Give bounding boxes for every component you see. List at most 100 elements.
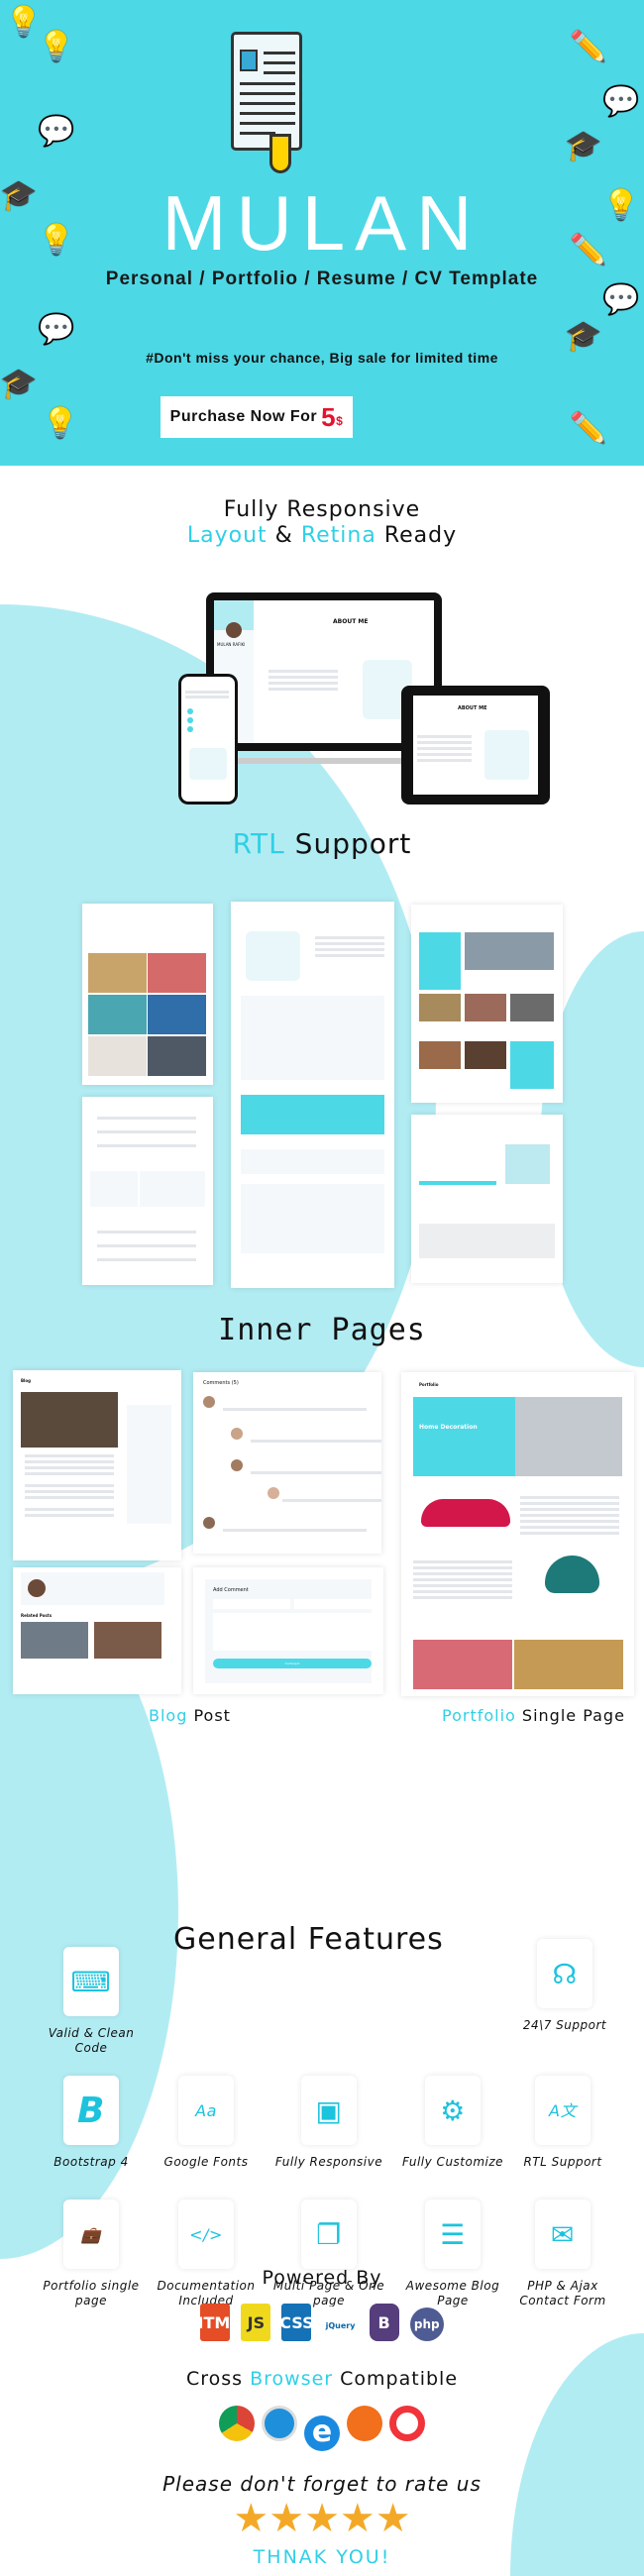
feature-label: RTL Support [523,2155,602,2169]
bulb-icon: 💡 [5,5,43,40]
book-code-icon: </> [178,2200,234,2269]
thank-you-text: THNAK YOU! [253,2546,391,2568]
newspaper-icon: ☰ [425,2200,481,2269]
grad-cap-icon: 🎓 [565,129,602,163]
speech-bubble-icon: 💬 [602,84,640,119]
speech-bubble-icon: 💬 [38,114,75,149]
star-icon: ★ [304,2496,340,2541]
rtl-about-screenshot[interactable] [231,902,394,1288]
feature-item: </> Documentation Included [147,2200,266,2308]
star-icon: ★ [233,2496,269,2541]
screen-name: MULAN RAFIKI [217,642,246,647]
add-comment-title: Add Comment [213,1587,249,1593]
feature-item: ❐ Multi Page & One page [269,2200,388,2308]
feature-item: ✉ PHP & Ajax Contact Form [503,2200,622,2308]
laptop-code-icon: ⌨ [63,1947,119,2016]
feature-item: ☰ Awesome Blog Page [393,2200,512,2308]
safari-icon [261,2406,297,2441]
sale-text: #Don't miss your chance, Big sale for li… [146,350,498,366]
rtl-contact-screenshot[interactable] [411,1115,563,1283]
feature-item: B Bootstrap 4 [32,2076,151,2170]
pencil-icon: ✏️ [570,411,607,446]
bulb-icon: 💡 [38,30,75,64]
monitor-gear-icon: ⚙ [425,2076,481,2145]
portfolio-heading: Portfolio [419,1382,439,1387]
blog-heading: Blog [21,1378,32,1383]
rtl-resume-screenshot[interactable] [82,1097,213,1285]
ie-icon: e [304,2415,340,2451]
envelope-icon: ✉ [535,2200,590,2269]
inner-pages-title: Inner Pages [218,1313,426,1347]
js-logo: JS [241,2304,271,2341]
feature-item: ☊ 24\7 Support [505,1939,624,2033]
rtl-blog-screenshot[interactable] [411,905,563,1103]
bootstrap-icon: B [63,2076,119,2145]
feature-label: Valid & Clean Code [48,2026,135,2055]
pages-icon: ❐ [301,2200,357,2269]
star-icon: ★ [268,2496,305,2541]
opera-icon [389,2406,426,2441]
tablet-heading: ABOUT ME [458,705,487,711]
responsive-title: Fully Responsive [223,497,421,522]
author-related-screenshot[interactable]: Related Posts [13,1567,181,1694]
feature-label: Fully Customize [401,2155,504,2169]
portfolio-label: Portfolio Single Page [442,1706,625,1725]
features-title: General Features [173,1922,444,1957]
resume-document-icon [231,32,302,173]
rating-stars: ★★★★★ [0,2499,644,2538]
feature-item: 💼 Portfolio single page [32,2200,151,2308]
tablet-mockup: ABOUT ME [401,686,550,805]
related-title: Related Posts [21,1613,53,1618]
purchase-label: Purchase Now For [169,408,318,425]
briefcase-monitor-icon: 💼 [63,2200,119,2269]
product-title: MULAN [161,179,483,267]
feature-item: A文 RTL Support [503,2076,622,2170]
feature-item: ⚙ Fully Customize [393,2076,512,2170]
feature-item: ⌨ Valid & Clean Code [32,1947,151,2056]
hero-banner: 💡 💡 💬 💡 💬 💡 🎓 🎓 ✏️ 💬 🎓 💡 ✏️ 💬 🎓 ✏️ MULAN… [0,0,644,466]
feature-label: 24\7 Support [522,2018,607,2032]
screen-heading: ABOUT ME [333,618,369,625]
responsive-subtitle: Layout & Retina Ready [186,523,458,548]
portfolio-hero-title: Home Decoration [419,1424,478,1431]
blog-post-label: Blog Post [149,1706,231,1725]
browser-icons: e [0,2406,644,2451]
jquery-logo: jQuery [322,2307,359,2344]
bulb-icon: 💡 [42,406,79,441]
feature-label: Google Fonts [163,2155,249,2169]
rtl-title: RTL Support [232,827,412,860]
purchase-button[interactable]: Purchase Now For 5 $ [161,396,353,438]
feature-label: Bootstrap 4 [54,2155,129,2169]
css3-logo: CSS [279,2304,314,2341]
browsers-title: Cross Browser Compatible [185,2368,459,2390]
blog-screenshot[interactable]: Blog [13,1370,181,1560]
feature-label: Fully Responsive [274,2155,383,2169]
portfolio-screenshot[interactable]: Portfolio Home Decoration [401,1372,634,1696]
speech-bubble-icon: 💬 [38,312,75,347]
grad-cap-icon: 🎓 [565,319,602,354]
tech-logos: HTML JS CSS jQuery B php [0,2304,644,2344]
support-headset-icon: ☊ [537,1939,592,2008]
font-file-icon: Aa [178,2076,234,2145]
bootstrap-logo: B [369,2304,399,2341]
comment-button: Comment [213,1659,372,1668]
html5-logo: HTML [190,2304,240,2341]
pencil-icon: ✏️ [570,30,607,64]
feature-item: ▣ Fully Responsive [269,2076,388,2170]
comments-screenshot[interactable]: Comments (5) [193,1372,381,1554]
firefox-icon [347,2406,383,2441]
chrome-icon [218,2406,255,2441]
devices-icon: ▣ [301,2076,357,2145]
add-comment-screenshot[interactable]: Add Comment Comment [193,1567,383,1694]
php-logo: php [409,2307,444,2341]
rtl-portfolio-screenshot[interactable] [82,904,213,1085]
star-icon: ★ [339,2496,376,2541]
star-icon: ★ [375,2496,411,2541]
price: 5 [321,401,337,432]
currency: $ [336,414,344,428]
phone-mockup [178,674,238,805]
feature-item: Aa Google Fonts [147,2076,266,2170]
powered-title: Powered By [262,2267,382,2289]
translate-icon: A文 [535,2076,590,2145]
comments-title: Comments (5) [203,1380,239,1386]
